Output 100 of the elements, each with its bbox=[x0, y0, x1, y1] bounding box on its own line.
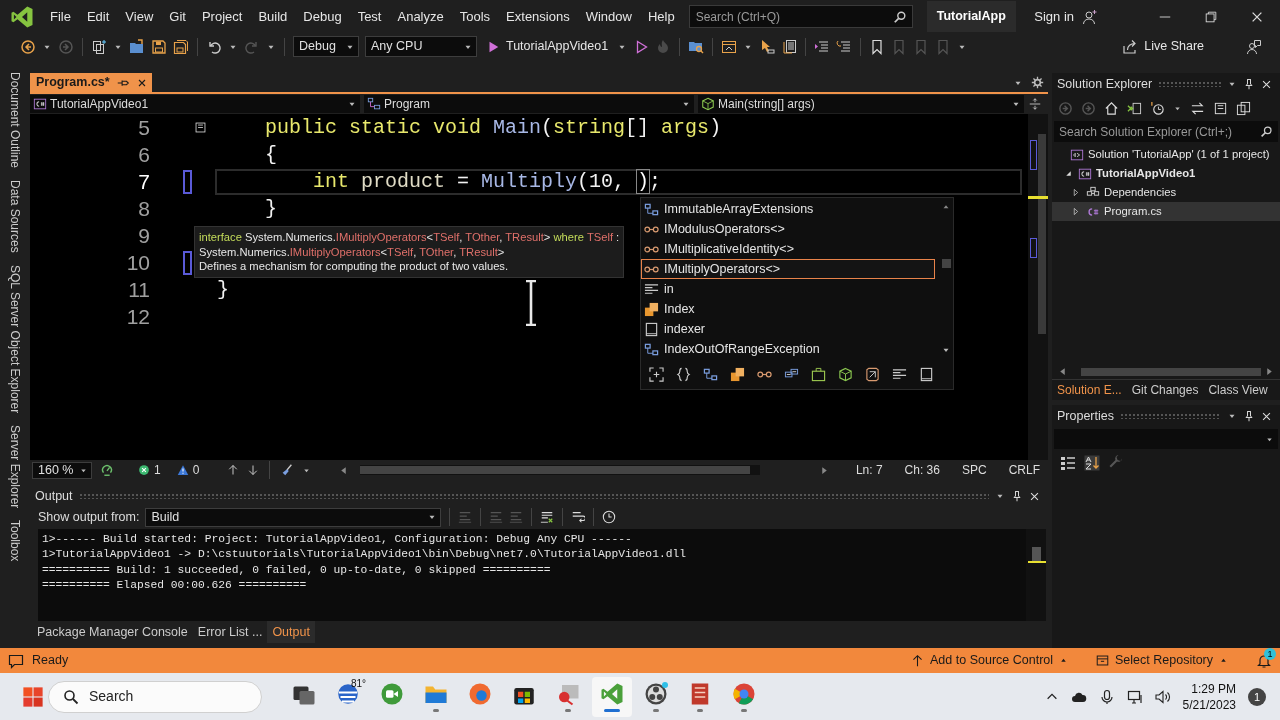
home-icon[interactable] bbox=[1104, 100, 1119, 116]
pin-icon[interactable] bbox=[1243, 410, 1255, 422]
split-view-icon[interactable] bbox=[1028, 97, 1042, 111]
tree-item[interactable]: Solution 'TutorialApp' (1 of 1 project) bbox=[1052, 145, 1280, 164]
outdent-icon[interactable] bbox=[836, 38, 853, 55]
completion-item[interactable]: Index bbox=[641, 299, 935, 319]
keyword-filter-icon[interactable] bbox=[892, 366, 907, 382]
menu-item[interactable]: Project bbox=[193, 6, 251, 27]
switch-views-icon[interactable] bbox=[1127, 100, 1142, 116]
word-wrap-icon[interactable] bbox=[571, 510, 586, 524]
line-ending-indicator[interactable]: CRLF bbox=[1008, 461, 1040, 479]
class-filter-icon[interactable] bbox=[703, 366, 718, 382]
sign-in-button[interactable]: Sign in bbox=[1026, 6, 1082, 27]
pending-changes-icon[interactable] bbox=[1150, 100, 1165, 116]
error-icon[interactable] bbox=[138, 464, 150, 476]
feedback-icon[interactable] bbox=[1246, 38, 1262, 55]
indent-icon[interactable] bbox=[814, 38, 831, 55]
open-folder-icon[interactable] bbox=[129, 38, 145, 55]
up-arrow-icon[interactable] bbox=[227, 464, 240, 476]
whitespace-indicator[interactable]: SPC bbox=[961, 461, 987, 479]
categorized-icon[interactable] bbox=[1060, 455, 1076, 471]
completion-item[interactable]: IndexOutOfRangeException bbox=[641, 339, 935, 359]
menu-item[interactable]: Extensions bbox=[498, 6, 578, 27]
tool-window-tab[interactable]: Data Sources bbox=[6, 180, 24, 253]
pin-icon[interactable] bbox=[1243, 78, 1255, 90]
search-icon[interactable] bbox=[892, 10, 907, 24]
settings-icon[interactable] bbox=[1031, 76, 1044, 89]
document-list-icon[interactable] bbox=[781, 38, 798, 55]
panel-tab[interactable]: Package Manager Console bbox=[32, 621, 193, 643]
warning-icon[interactable] bbox=[176, 464, 189, 476]
panel-tab[interactable]: Solution E... bbox=[1052, 380, 1127, 400]
scroll-right-icon[interactable] bbox=[1265, 367, 1274, 376]
struct-filter-icon[interactable] bbox=[730, 366, 745, 382]
menu-item[interactable]: View bbox=[117, 6, 162, 27]
tree-item[interactable]: Program.cs bbox=[1052, 202, 1280, 221]
bell-icon[interactable] bbox=[1256, 652, 1272, 669]
sync-icon[interactable] bbox=[1190, 100, 1205, 116]
namespace-filter-icon[interactable] bbox=[676, 366, 691, 382]
back-icon[interactable] bbox=[20, 38, 36, 55]
start-button[interactable]: TutorialAppVideo1 bbox=[483, 37, 612, 56]
horizontal-scrollbar[interactable] bbox=[360, 465, 761, 475]
live-share-button[interactable]: Live Share bbox=[1116, 36, 1210, 57]
browser-icon[interactable] bbox=[732, 681, 756, 706]
menu-item[interactable]: Debug bbox=[295, 6, 350, 27]
tree-item[interactable]: TutorialAppVideo1 bbox=[1052, 164, 1280, 183]
network-icon[interactable] bbox=[1126, 688, 1143, 705]
tool-window-tab[interactable]: Toolbox bbox=[6, 520, 24, 562]
panel-tab[interactable]: Error List ... bbox=[192, 621, 268, 643]
tool-window-tab[interactable]: Document Outline bbox=[6, 72, 24, 169]
clear-all-icon[interactable] bbox=[540, 510, 555, 524]
save-icon[interactable] bbox=[151, 38, 167, 55]
vertical-scrollbar[interactable] bbox=[1026, 529, 1046, 621]
collapse-all-icon[interactable] bbox=[1213, 100, 1228, 116]
menu-item[interactable]: Test bbox=[349, 6, 390, 27]
menu-item[interactable]: Analyze bbox=[389, 6, 452, 27]
horizontal-scrollbar[interactable] bbox=[1081, 367, 1261, 376]
code-editor-icon[interactable] bbox=[600, 681, 624, 706]
microphone-icon[interactable] bbox=[1098, 688, 1115, 705]
menu-item[interactable]: Git bbox=[161, 6, 194, 27]
close-icon[interactable] bbox=[1029, 490, 1040, 502]
volume-icon[interactable] bbox=[1154, 688, 1171, 705]
timestamp-icon[interactable] bbox=[602, 510, 617, 524]
forward-icon[interactable] bbox=[1081, 100, 1096, 116]
close-icon[interactable] bbox=[1261, 78, 1272, 90]
navigation-dropdown[interactable]: TutorialAppVideo1 bbox=[30, 95, 360, 113]
search-field[interactable]: Search bbox=[48, 680, 262, 713]
scroll-left-icon[interactable] bbox=[339, 465, 349, 475]
recorder-icon[interactable] bbox=[644, 681, 668, 706]
menu-item[interactable]: Build bbox=[250, 6, 296, 27]
error-count[interactable]: 1 bbox=[154, 461, 161, 479]
configuration-dropdown[interactable]: Debug bbox=[293, 36, 359, 57]
tool-window-tab[interactable]: Server Explorer bbox=[6, 425, 24, 509]
sort-icon[interactable] bbox=[1084, 455, 1100, 471]
panel-tab[interactable]: Class View bbox=[1203, 380, 1273, 400]
clock-date[interactable]: 5/21/2023 bbox=[1182, 696, 1236, 713]
scroll-right-icon[interactable] bbox=[820, 465, 830, 475]
start-icon[interactable] bbox=[22, 685, 44, 708]
code-cleanup-icon[interactable] bbox=[280, 463, 295, 477]
line-indicator[interactable]: Ln: 7 bbox=[855, 461, 883, 479]
active-app-highlight[interactable] bbox=[592, 676, 632, 717]
video-chat-icon[interactable] bbox=[380, 681, 404, 706]
copy-icon[interactable] bbox=[1236, 100, 1251, 116]
menu-item[interactable]: Edit bbox=[78, 6, 118, 27]
completion-item[interactable]: IMultiplicativeIdentity<> bbox=[641, 239, 935, 259]
completion-item[interactable]: indexer bbox=[641, 319, 935, 339]
column-indicator[interactable]: Ch: 36 bbox=[904, 461, 940, 479]
navigation-dropdown[interactable]: Main(string[] args) bbox=[698, 95, 1024, 113]
down-arrow-icon[interactable] bbox=[247, 464, 260, 476]
platform-dropdown[interactable]: Any CPU bbox=[365, 36, 477, 57]
source-control-button[interactable]: Add to Source Control bbox=[911, 651, 1069, 670]
tool-window-tab[interactable]: SQL Server Object Explorer bbox=[6, 264, 24, 414]
close-icon[interactable] bbox=[1261, 410, 1272, 422]
menu-item[interactable]: File bbox=[42, 6, 79, 27]
expand-icon[interactable] bbox=[649, 366, 664, 382]
search-field[interactable]: Search (Ctrl+Q) bbox=[688, 5, 913, 28]
method-filter-icon[interactable] bbox=[838, 366, 853, 382]
account-icon[interactable] bbox=[1082, 8, 1098, 25]
browser-icon[interactable] bbox=[468, 681, 492, 706]
pointer-icon[interactable] bbox=[759, 38, 776, 55]
expander-icon[interactable] bbox=[1064, 169, 1073, 178]
